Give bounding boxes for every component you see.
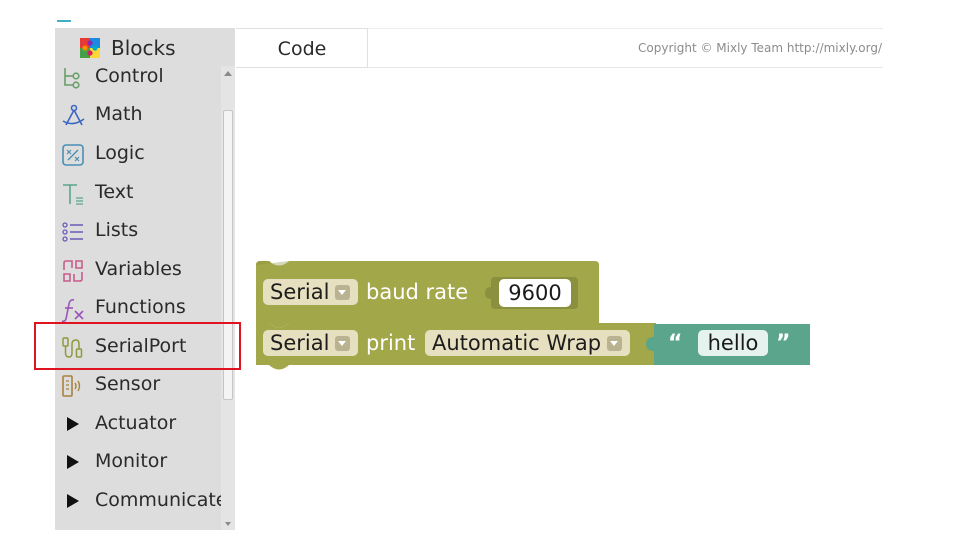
category-label: Math <box>95 103 143 125</box>
triangle-right-icon <box>67 455 79 469</box>
category-actuator[interactable]: Actuator <box>55 405 221 443</box>
wrap-mode-dropdown[interactable]: Automatic Wrap <box>425 330 631 356</box>
header-border-top <box>368 28 883 29</box>
category-label: SerialPort <box>95 335 187 357</box>
category-label: Monitor <box>95 450 168 472</box>
toolbox-sidebar: Blocks Control Math Logic Text Lists Var… <box>55 28 235 530</box>
category-control[interactable]: Control <box>55 58 221 96</box>
category-text[interactable]: Text <box>55 174 221 212</box>
compass-icon <box>62 104 85 126</box>
triangle-right-icon <box>67 494 79 508</box>
serial-dropdown-print[interactable]: Serial <box>263 330 359 356</box>
category-label: Functions <box>95 296 186 318</box>
blockly-workspace[interactable]: Serial baud rate 9600 Serial print Autom… <box>236 68 883 530</box>
category-label: Variables <box>95 258 182 280</box>
toolbox-scrollbar[interactable] <box>221 66 235 530</box>
sensor-icon <box>62 375 81 397</box>
variables-icon <box>63 260 83 282</box>
category-math[interactable]: Math <box>55 96 221 134</box>
category-sensor[interactable]: Sensor <box>55 366 221 404</box>
category-variables[interactable]: Variables <box>55 251 221 289</box>
puzzle-icon <box>80 38 100 58</box>
category-label: Text <box>95 181 134 203</box>
close-quote-icon: ” <box>776 331 791 356</box>
scroll-up-arrow-icon[interactable] <box>221 66 235 80</box>
category-label: Control <box>95 65 164 87</box>
accent-line <box>57 20 71 22</box>
baud-rate-label: baud rate <box>366 280 469 304</box>
baud-rate-input[interactable]: 9600 <box>499 279 571 307</box>
scroll-down-arrow-icon[interactable] <box>221 520 235 530</box>
category-label: Logic <box>95 142 145 164</box>
copyright-text: Copyright © Mixly Team http://mixly.org/ <box>638 41 882 55</box>
list-icon <box>62 222 83 242</box>
open-quote-icon: “ <box>668 331 683 356</box>
category-label: Actuator <box>95 412 177 434</box>
serial-dropdown-value: Serial <box>270 280 330 304</box>
dropdown-arrow-icon[interactable] <box>335 336 351 351</box>
serial-dropdown[interactable]: Serial <box>263 279 359 305</box>
blocks-tab-label: Blocks <box>111 36 176 60</box>
logic-icon <box>62 144 84 166</box>
text-icon <box>63 184 83 205</box>
category-functions[interactable]: Functions <box>55 289 221 327</box>
scrollbar-thumb[interactable] <box>223 110 233 400</box>
category-communicate[interactable]: Communicate <box>55 482 228 520</box>
wrap-mode-value: Automatic Wrap <box>432 331 602 355</box>
category-monitor[interactable]: Monitor <box>55 443 221 481</box>
control-flow-icon <box>64 68 80 89</box>
dropdown-arrow-icon[interactable] <box>607 336 623 351</box>
category-label: Sensor <box>95 373 161 395</box>
string-input[interactable]: hello <box>698 330 768 356</box>
dropdown-arrow-icon[interactable] <box>335 285 351 300</box>
category-serialport[interactable]: SerialPort <box>55 328 221 366</box>
category-label: Lists <box>95 219 139 241</box>
code-tab-label: Code <box>277 38 327 60</box>
category-logic[interactable]: Logic <box>55 135 221 173</box>
category-lists[interactable]: Lists <box>55 212 221 250</box>
serial-dropdown-value: Serial <box>270 331 330 355</box>
triangle-right-icon <box>67 417 79 431</box>
code-tab[interactable]: Code <box>236 28 368 68</box>
serial-port-icon <box>62 337 83 358</box>
function-icon <box>61 299 84 322</box>
print-label: print <box>366 331 416 355</box>
category-label: Communicate <box>95 489 228 511</box>
